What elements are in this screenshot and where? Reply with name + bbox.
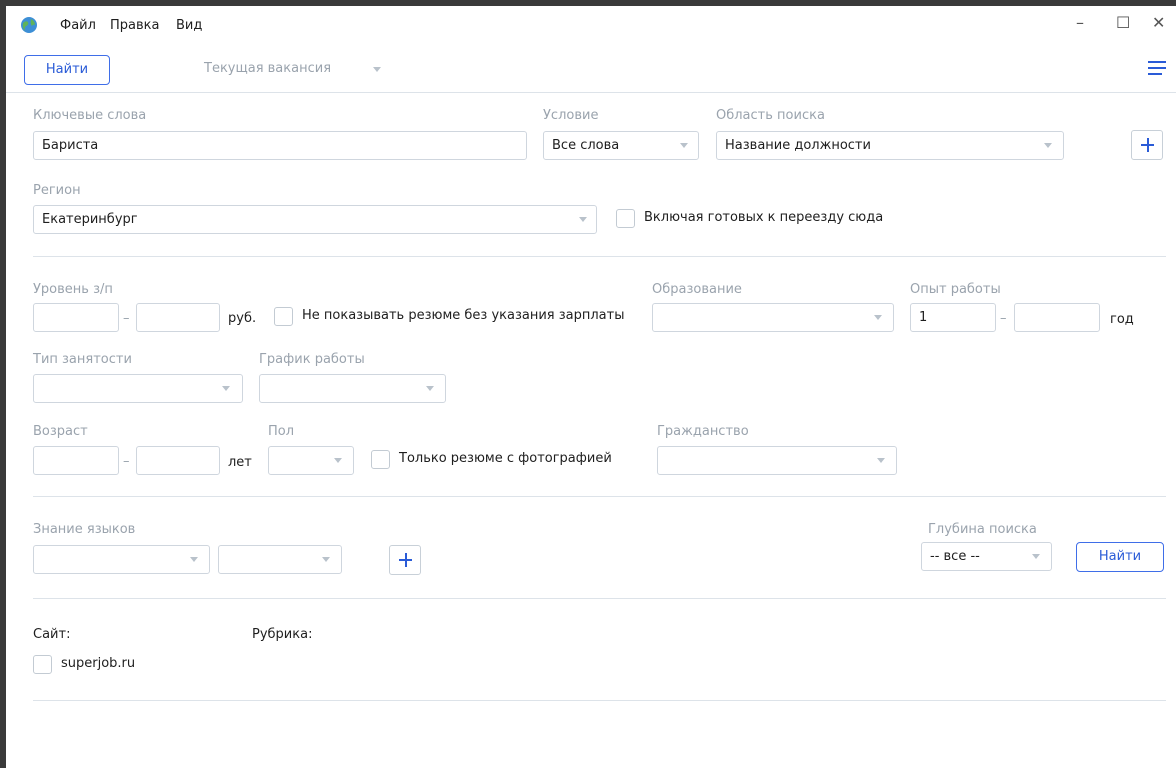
rubric-label: Рубрика:: [252, 627, 313, 642]
section-divider: [33, 598, 1166, 599]
gender-label: Пол: [268, 424, 295, 439]
toolbar-divider: [6, 92, 1176, 93]
language-select[interactable]: [33, 545, 210, 574]
experience-label: Опыт работы: [910, 282, 1001, 297]
site-label: Сайт:: [33, 627, 71, 642]
current-vacancy-dropdown[interactable]: Текущая вакансия: [204, 61, 331, 76]
menu-view[interactable]: Вид: [176, 18, 202, 33]
citizenship-select[interactable]: [657, 446, 897, 475]
close-icon[interactable]: ✕: [1152, 13, 1165, 33]
salary-dash: –: [123, 311, 130, 326]
salary-label: Уровень з/п: [33, 282, 113, 297]
condition-label: Условие: [543, 108, 599, 123]
app-globe-icon: [20, 16, 38, 34]
chevron-down-icon: [190, 557, 198, 562]
hide-no-salary-checkbox[interactable]: [274, 307, 293, 326]
add-language-button[interactable]: [389, 545, 421, 575]
find-button-bottom[interactable]: Найти: [1076, 542, 1164, 572]
minimize-icon[interactable]: –: [1076, 13, 1084, 33]
chevron-down-icon: [426, 386, 434, 391]
relocate-checkbox[interactable]: [616, 209, 635, 228]
education-select[interactable]: [652, 303, 894, 332]
chevron-down-icon: [877, 458, 885, 463]
keywords-label: Ключевые слова: [33, 108, 147, 123]
menu-edit[interactable]: Правка: [110, 18, 159, 33]
salary-from-input[interactable]: [33, 303, 119, 332]
chevron-down-icon: [222, 386, 230, 391]
section-divider: [33, 700, 1166, 701]
experience-dash: –: [1000, 311, 1007, 326]
chevron-down-icon: [1032, 554, 1040, 559]
add-keyword-button[interactable]: [1131, 130, 1163, 160]
experience-unit: год: [1110, 312, 1134, 327]
scope-select[interactable]: Название должности: [716, 131, 1064, 160]
salary-unit: руб.: [228, 311, 257, 326]
age-unit: лет: [228, 455, 252, 470]
hide-no-salary-label: Не показывать резюме без указания зарпла…: [302, 308, 625, 323]
salary-to-input[interactable]: [136, 303, 220, 332]
age-from-input[interactable]: [33, 446, 119, 475]
menu-file[interactable]: Файл: [60, 18, 96, 33]
keywords-input[interactable]: Бариста: [33, 131, 527, 160]
site-label-superjob: superjob.ru: [61, 656, 136, 671]
schedule-select[interactable]: [259, 374, 446, 403]
education-label: Образование: [652, 282, 742, 297]
employment-select[interactable]: [33, 374, 243, 403]
section-divider: [33, 256, 1166, 257]
schedule-label: График работы: [259, 352, 365, 367]
region-label: Регион: [33, 183, 81, 198]
maximize-icon[interactable]: ☐: [1116, 13, 1130, 33]
app-window: Файл Правка Вид – ☐ ✕ Найти Текущая вака…: [6, 6, 1176, 768]
photo-only-label: Только резюме с фотографией: [399, 451, 612, 466]
experience-to-input[interactable]: [1014, 303, 1100, 332]
depth-label: Глубина поиска: [928, 522, 1037, 537]
hamburger-menu-icon[interactable]: [1148, 61, 1166, 75]
chevron-down-icon: [874, 315, 882, 320]
chevron-down-icon: [579, 217, 587, 222]
scope-label: Область поиска: [716, 108, 825, 123]
experience-from-input[interactable]: 1: [910, 303, 996, 332]
photo-only-checkbox[interactable]: [371, 450, 390, 469]
age-label: Возраст: [33, 424, 88, 439]
chevron-down-icon: [373, 67, 381, 72]
chevron-down-icon: [334, 458, 342, 463]
age-dash: –: [123, 454, 130, 469]
employment-label: Тип занятости: [33, 352, 132, 367]
relocate-label: Включая готовых к переезду сюда: [644, 210, 884, 225]
chevron-down-icon: [1044, 143, 1052, 148]
citizenship-label: Гражданство: [657, 424, 749, 439]
region-select[interactable]: Екатеринбург: [33, 205, 597, 234]
find-button-top[interactable]: Найти: [24, 55, 110, 85]
section-divider: [33, 496, 1166, 497]
site-checkbox-superjob[interactable]: [33, 655, 52, 674]
chevron-down-icon: [680, 143, 688, 148]
languages-label: Знание языков: [33, 522, 136, 537]
chevron-down-icon: [322, 557, 330, 562]
age-to-input[interactable]: [136, 446, 220, 475]
condition-select[interactable]: Все слова: [543, 131, 699, 160]
